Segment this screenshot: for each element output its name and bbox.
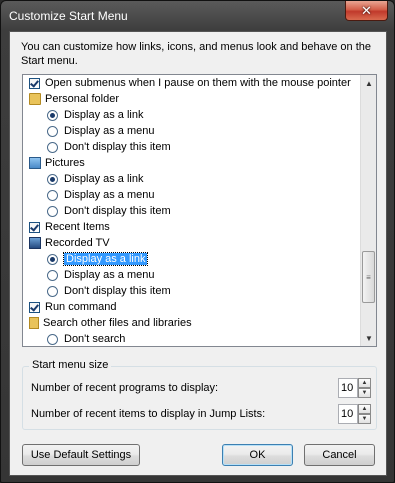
radio-icon[interactable] <box>47 285 58 297</box>
scroll-thumb[interactable]: ≡ <box>362 251 375 303</box>
option-label: Display as a menu <box>64 269 155 281</box>
personal-folder-display-link[interactable]: Display as a link <box>23 107 363 123</box>
option-label: Recorded TV <box>45 237 110 249</box>
radio-icon[interactable] <box>47 205 58 217</box>
radio-icon[interactable] <box>47 333 58 345</box>
option-label: Pictures <box>45 157 85 169</box>
search-dont-search[interactable]: Don't search <box>23 331 363 346</box>
recent-programs-down-icon[interactable]: ▼ <box>358 388 371 398</box>
title-bar[interactable]: Customize Start Menu ✕ <box>1 1 394 31</box>
option-label: Don't search <box>64 333 126 345</box>
options-list[interactable]: Open submenus when I pause on them with … <box>22 74 377 347</box>
checkbox-checked-icon[interactable] <box>29 77 40 89</box>
radio-icon[interactable] <box>47 189 58 201</box>
personal-folder-dont-display[interactable]: Don't display this item <box>23 139 363 155</box>
start-menu-size-legend: Start menu size <box>29 359 112 371</box>
option-run-command[interactable]: Run command <box>23 299 363 315</box>
close-icon: ✕ <box>361 2 372 18</box>
jump-list-row: Number of recent items to display in Jum… <box>31 404 371 424</box>
personal-folder-display-menu[interactable]: Display as a menu <box>23 123 363 139</box>
option-recorded-tv: Recorded TV <box>23 235 363 251</box>
pictures-icon <box>29 157 41 169</box>
radio-icon[interactable] <box>47 125 58 137</box>
scroll-up-icon[interactable]: ▲ <box>361 75 376 91</box>
start-menu-size-group: Start menu size Number of recent program… <box>22 359 377 430</box>
radio-icon[interactable] <box>47 141 58 153</box>
recorded-tv-display-link[interactable]: Display as a link <box>23 251 363 267</box>
folder-icon <box>29 93 41 105</box>
option-recent-items[interactable]: Recent Items <box>23 219 363 235</box>
option-label: Don't display this item <box>64 285 171 297</box>
radio-selected-icon[interactable] <box>47 109 58 121</box>
option-personal-folder: Personal folder <box>23 91 363 107</box>
option-label: Display as a menu <box>64 125 155 137</box>
option-search-other: Search other files and libraries <box>23 315 363 331</box>
recent-programs-stepper[interactable]: ▲ ▼ <box>338 378 371 398</box>
option-label: Display as a link <box>64 109 144 121</box>
jump-list-up-icon[interactable]: ▲ <box>358 404 371 414</box>
radio-selected-icon[interactable] <box>47 253 58 265</box>
pictures-dont-display[interactable]: Don't display this item <box>23 203 363 219</box>
option-label: Display as a menu <box>64 189 155 201</box>
search-icon <box>29 317 39 329</box>
jump-list-input[interactable] <box>338 404 358 424</box>
jump-list-stepper[interactable]: ▲ ▼ <box>338 404 371 424</box>
tv-icon <box>29 237 41 249</box>
option-label: Personal folder <box>45 93 119 105</box>
radio-icon[interactable] <box>47 269 58 281</box>
option-label: Recent Items <box>45 221 110 233</box>
recent-programs-label: Number of recent programs to display: <box>31 382 219 394</box>
options-scrollbar[interactable]: ▲ ≡ ▼ <box>360 75 376 346</box>
cancel-button[interactable]: Cancel <box>304 444 375 466</box>
jump-list-down-icon[interactable]: ▼ <box>358 414 371 424</box>
recorded-tv-display-menu[interactable]: Display as a menu <box>23 267 363 283</box>
radio-selected-icon[interactable] <box>47 173 58 185</box>
customize-start-menu-window: Customize Start Menu ✕ You can customize… <box>0 0 395 483</box>
pictures-display-menu[interactable]: Display as a menu <box>23 187 363 203</box>
checkbox-checked-icon[interactable] <box>29 221 40 233</box>
checkbox-checked-icon[interactable] <box>29 301 40 313</box>
option-label: Display as a link <box>64 173 144 185</box>
ok-button[interactable]: OK <box>222 444 293 466</box>
option-pictures: Pictures <box>23 155 363 171</box>
close-button[interactable]: ✕ <box>345 1 388 21</box>
option-label: Display as a link <box>62 252 149 266</box>
option-open-submenus[interactable]: Open submenus when I pause on them with … <box>23 75 363 91</box>
recent-programs-up-icon[interactable]: ▲ <box>358 378 371 388</box>
option-label: Search other files and libraries <box>43 317 192 329</box>
use-default-settings-button[interactable]: Use Default Settings <box>22 444 140 466</box>
recent-programs-input[interactable] <box>338 378 358 398</box>
dialog-client-area: You can customize how links, icons, and … <box>9 31 387 476</box>
intro-text: You can customize how links, icons, and … <box>21 41 371 67</box>
option-label: Don't display this item <box>64 141 171 153</box>
window-title: Customize Start Menu <box>9 9 128 23</box>
recent-programs-row: Number of recent programs to display: ▲ … <box>31 378 371 398</box>
option-label: Run command <box>45 301 117 313</box>
option-label: Don't display this item <box>64 205 171 217</box>
option-label: Open submenus when I pause on them with … <box>45 77 351 89</box>
pictures-display-link[interactable]: Display as a link <box>23 171 363 187</box>
scroll-down-icon[interactable]: ▼ <box>361 330 376 346</box>
recorded-tv-dont-display[interactable]: Don't display this item <box>23 283 363 299</box>
jump-list-label: Number of recent items to display in Jum… <box>31 408 266 420</box>
